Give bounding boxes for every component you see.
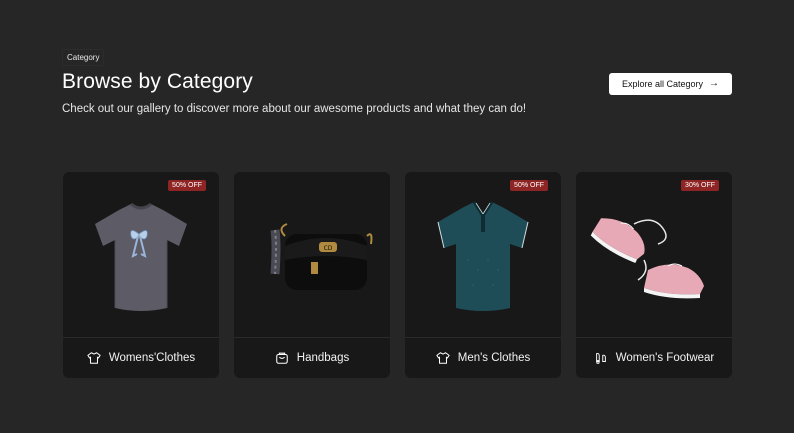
explore-label: Explore all Category	[621, 79, 704, 89]
category-grid: 50% OFF Womens'Clothes CD Handbags 50% O…	[63, 172, 732, 378]
tshirt-icon	[436, 351, 450, 365]
footprints-icon	[594, 351, 608, 365]
product-image-black-handbag: CD	[234, 172, 390, 337]
discount-badge: 30% OFF	[681, 180, 719, 191]
discount-badge: 50% OFF	[168, 180, 206, 191]
page-subtitle: Check out our gallery to discover more a…	[62, 103, 527, 115]
product-image-pink-sneakers	[576, 172, 732, 337]
page-title: Browse by Category	[62, 70, 253, 93]
category-card-mens-clothes[interactable]: 50% OFF Men's Clothes	[405, 172, 561, 378]
category-card-womens-clothes[interactable]: 50% OFF Womens'Clothes	[63, 172, 219, 378]
svg-text:CD: CD	[324, 245, 333, 252]
tshirt-icon	[87, 351, 101, 365]
arrow-right-icon: →	[709, 78, 720, 89]
category-label: Men's Clothes	[457, 352, 531, 364]
category-card-handbags[interactable]: CD Handbags	[234, 172, 390, 378]
category-label: Womens'Clothes	[108, 352, 196, 364]
category-label: Handbags	[296, 352, 350, 364]
product-image-teal-polo	[405, 172, 561, 337]
category-label: Women's Footwear	[615, 352, 715, 364]
category-card-womens-footwear[interactable]: 30% OFF Women's Footwear	[576, 172, 732, 378]
bag-icon	[275, 351, 289, 365]
product-image-grey-tshirt	[63, 172, 219, 337]
explore-all-category-button[interactable]: Explore all Category →	[609, 73, 732, 95]
category-eyebrow: Category	[62, 49, 105, 66]
discount-badge: 50% OFF	[510, 180, 548, 191]
